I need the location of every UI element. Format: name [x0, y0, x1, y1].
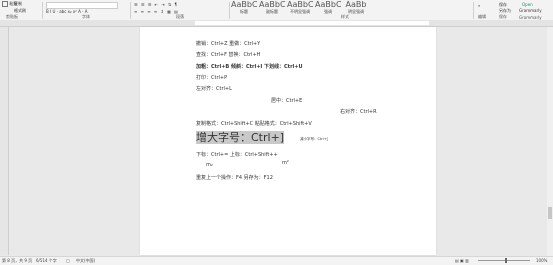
zoom-slider-thumb[interactable] [505, 258, 507, 263]
paste-icon [2, 1, 8, 7]
vertical-scrollbar[interactable] [547, 27, 553, 256]
editing-group: ⌕ 编辑 [476, 0, 496, 20]
font-name-select[interactable] [46, 2, 118, 9]
doc-line: 复制格式：Ctrl+Shift+C 粘贴格式：Ctrl+Shift+V [196, 121, 312, 127]
search-icon[interactable]: ⌕ [478, 3, 480, 8]
subscript-example: m₂ [206, 162, 213, 168]
doc-line-small: 减小字号：Ctrl+[ [300, 137, 329, 141]
list-buttons[interactable]: ☰ ☰ ☰ ⇤ ⇥ ⇅ ¶ [134, 2, 178, 7]
vertical-ruler[interactable] [0, 27, 9, 255]
doc-line: 查找：Ctrl+F 替换：Ctrl+H [196, 52, 261, 58]
style-item[interactable]: AaBbCcDd标题 [231, 0, 257, 15]
separator [473, 2, 474, 19]
doc-line: 加粗：Ctrl+B 倾斜：Ctrl+I 下划线：Ctrl+U [196, 64, 303, 70]
paragraph-group: ☰ ☰ ☰ ⇤ ⇥ ⇅ ¶ ≡ ≡ ≡ ≡ ↕ ▦ ▤ 段落 [132, 0, 227, 20]
doc-line-right: 右对齐：Ctrl+R [340, 109, 377, 115]
separator [229, 2, 230, 19]
align-buttons[interactable]: ≡ ≡ ≡ ≡ ↕ ▦ ▤ [134, 9, 179, 14]
superscript-example: m² [282, 160, 289, 166]
doc-line: 撤销：Ctrl+Z 重做：Ctrl+Y [196, 41, 261, 47]
doc-line: 打印：Ctrl+P [196, 75, 228, 81]
horizontal-ruler[interactable] [0, 20, 553, 27]
grammarly-group: Open Grammarly Grammarly [518, 0, 551, 20]
save-group: 保存 另存为 保存 [497, 0, 517, 20]
document-page[interactable]: 撤销：Ctrl+Z 重做：Ctrl+Y 查找：Ctrl+F 替换：Ctrl+H … [140, 27, 436, 255]
style-item[interactable]: AaBbCcDd强调 [315, 0, 341, 15]
save-button[interactable]: 保存 [499, 2, 507, 7]
ruler-text-area [195, 21, 429, 25]
separator [130, 2, 131, 19]
save-as-button[interactable]: 另存为 [499, 8, 511, 13]
doc-line-centered: 居中：Ctrl+E [271, 98, 303, 104]
zoom-slider[interactable] [478, 260, 530, 261]
doc-line-large-selected: 增大字号：Ctrl+] [196, 131, 285, 144]
scroll-thumb[interactable] [548, 207, 552, 219]
clipboard-group: 粘贴 复制 格式刷 剪贴板 [2, 0, 40, 20]
copy-button[interactable]: 复制 [14, 1, 22, 6]
separator [42, 2, 43, 19]
grammarly-name[interactable]: Grammarly [519, 8, 542, 13]
style-item[interactable]: AaBb 明显强调 [343, 0, 369, 15]
ribbon: 粘贴 复制 格式刷 剪贴板 B I U · abc x₂ x² A · A 字体… [0, 0, 553, 21]
format-painter-button[interactable]: 格式刷 [14, 8, 26, 13]
doc-line: 左对齐：Ctrl+L [196, 86, 232, 92]
style-item[interactable]: AaBbCcDd不明显强调 [287, 0, 313, 15]
doc-line: 重复上一个操作：F4 另存为：F12 [196, 175, 273, 181]
open-grammarly-button[interactable]: Open [522, 2, 533, 7]
font-group: B I U · abc x₂ x² A · A 字体 [44, 0, 128, 20]
styles-group: AaBbCcDd标题 AaBbCc副标题 AaBbCcDd不明显强调 AaBbC… [231, 0, 471, 20]
doc-line: 下标：Ctrl+= 上标：Ctrl+Shift++ [196, 152, 278, 158]
style-item[interactable]: AaBbCc副标题 [259, 0, 285, 15]
